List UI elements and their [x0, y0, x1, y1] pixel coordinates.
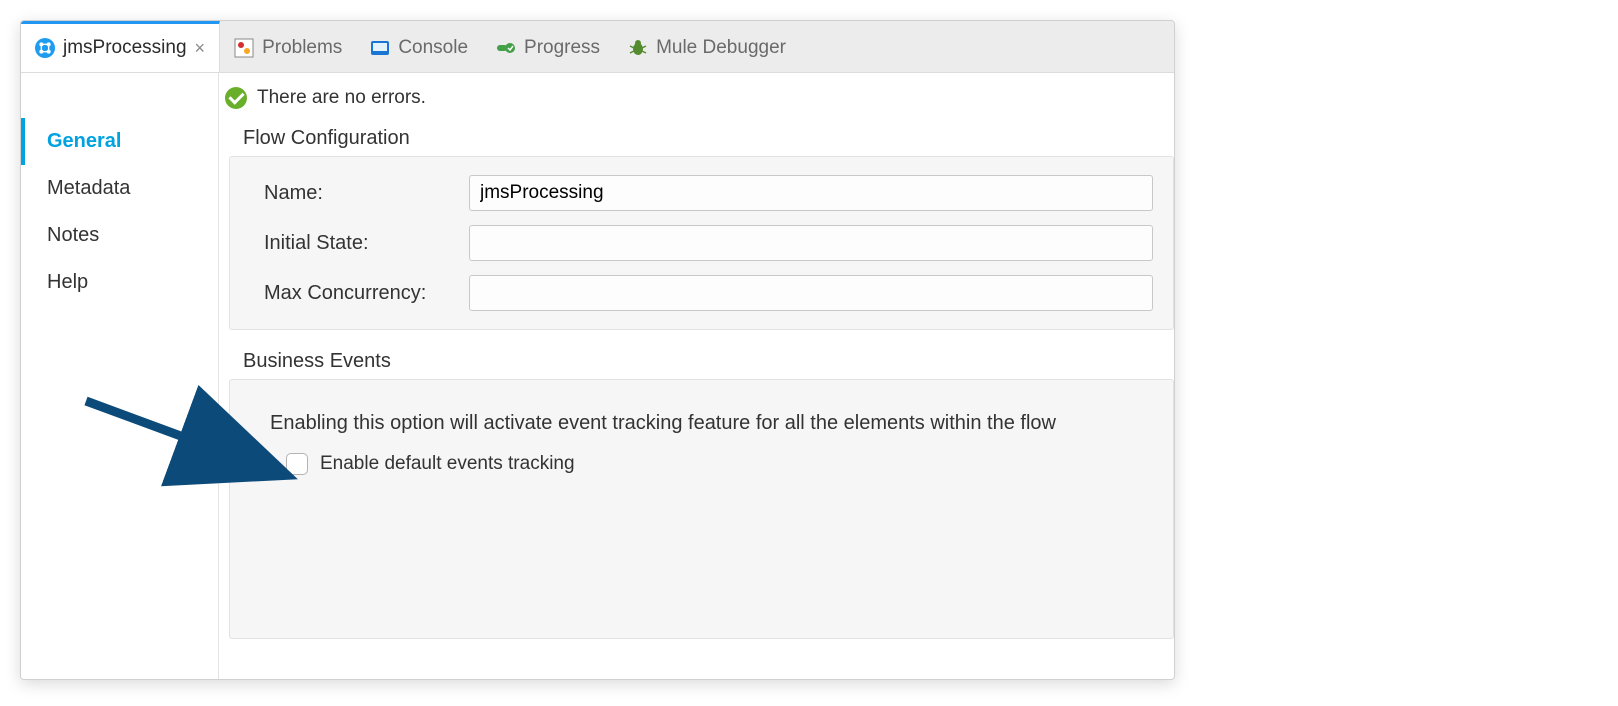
initial-state-row: Initial State:	[264, 225, 1153, 261]
sidebar-item-label: General	[47, 130, 121, 152]
flow-icon	[35, 38, 55, 58]
enable-tracking-row: Enable default events tracking	[264, 447, 1153, 481]
business-events-description: Enabling this option will activate event…	[264, 398, 1153, 447]
tab-jmsprocessing[interactable]: jmsProcessing ×	[21, 21, 220, 72]
max-concurrency-label: Max Concurrency:	[264, 282, 469, 305]
tab-label: jmsProcessing	[63, 37, 187, 59]
status-line: There are no errors.	[219, 73, 1174, 119]
close-icon[interactable]: ×	[195, 38, 206, 59]
name-row: Name:	[264, 175, 1153, 211]
tab-console[interactable]: Console	[356, 21, 482, 72]
max-concurrency-input[interactable]	[469, 275, 1153, 311]
initial-state-label: Initial State:	[264, 232, 469, 255]
tab-label: Progress	[524, 37, 600, 59]
sidebar-item-metadata[interactable]: Metadata	[21, 165, 218, 212]
business-events-title: Business Events	[219, 342, 1174, 377]
name-input[interactable]	[469, 175, 1153, 211]
sidebar-item-label: Notes	[47, 224, 99, 246]
properties-window: jmsProcessing × Problems Console	[20, 20, 1175, 680]
tab-bar: jmsProcessing × Problems Console	[21, 21, 1174, 73]
flow-config-title: Flow Configuration	[219, 119, 1174, 154]
status-message: There are no errors.	[257, 87, 426, 109]
initial-state-input[interactable]	[469, 225, 1153, 261]
sidebar-item-help[interactable]: Help	[21, 259, 218, 306]
sidebar-item-general[interactable]: General	[21, 118, 218, 165]
content-panel: There are no errors. Flow Configuration …	[219, 73, 1174, 679]
flow-config-box: Name: Initial State: Max Concurrency:	[229, 156, 1174, 330]
tab-mule-debugger[interactable]: Mule Debugger	[614, 21, 800, 72]
tab-problems[interactable]: Problems	[220, 21, 356, 72]
tab-label: Console	[398, 37, 468, 59]
sidebar-item-label: Metadata	[47, 177, 130, 199]
console-icon	[370, 38, 390, 58]
enable-tracking-label: Enable default events tracking	[320, 453, 575, 475]
sidebar-item-label: Help	[47, 271, 88, 293]
sidebar-item-notes[interactable]: Notes	[21, 212, 218, 259]
progress-icon	[496, 38, 516, 58]
business-events-box: Enabling this option will activate event…	[229, 379, 1174, 639]
name-label: Name:	[264, 182, 469, 205]
main-area: General Metadata Notes Help There are no…	[21, 73, 1174, 679]
sidebar: General Metadata Notes Help	[21, 73, 219, 679]
enable-tracking-checkbox[interactable]	[286, 453, 308, 475]
debugger-icon	[628, 38, 648, 58]
problems-icon	[234, 38, 254, 58]
tab-label: Problems	[262, 37, 342, 59]
tab-progress[interactable]: Progress	[482, 21, 614, 72]
check-circle-icon	[225, 87, 247, 109]
tab-label: Mule Debugger	[656, 37, 786, 59]
max-concurrency-row: Max Concurrency:	[264, 275, 1153, 311]
